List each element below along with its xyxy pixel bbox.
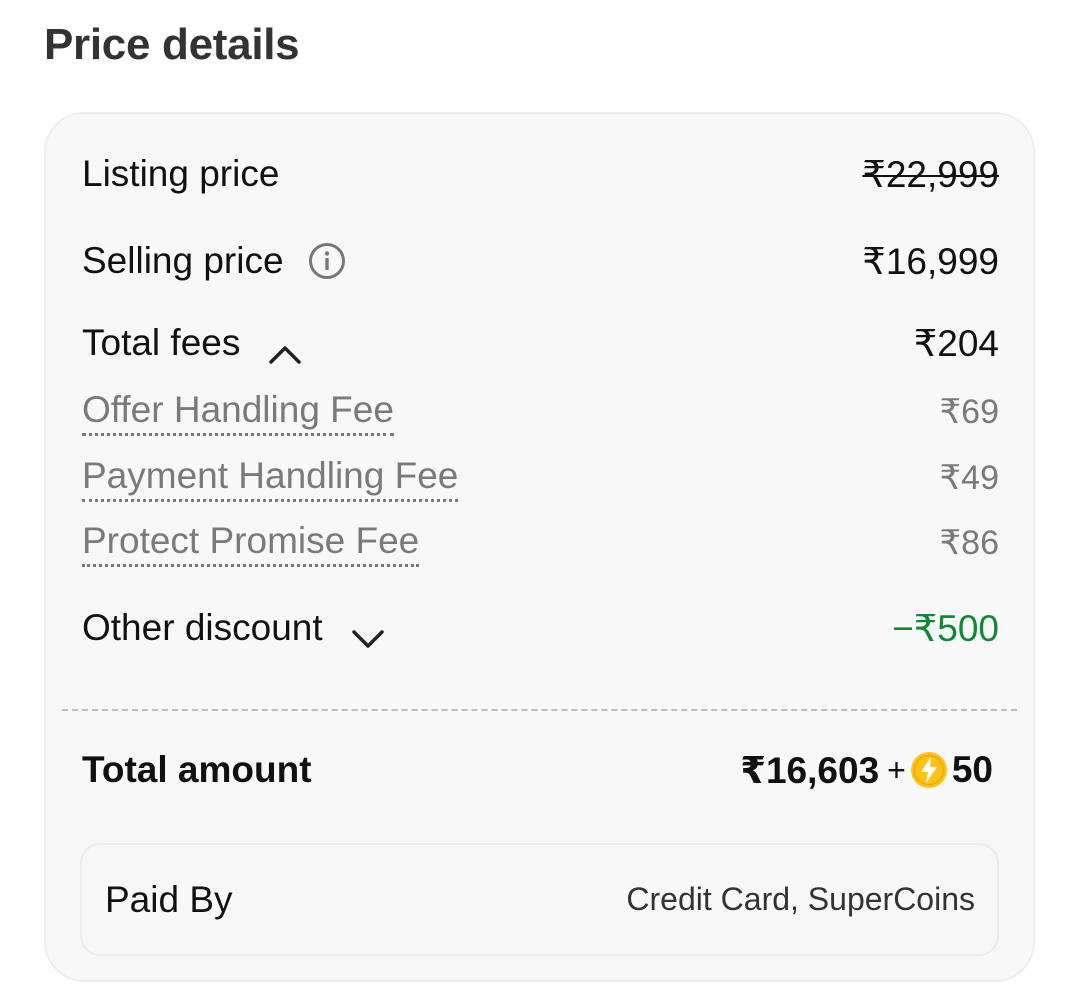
selling-price-value: ₹16,999 <box>862 240 999 282</box>
total-fees-value: ₹204 <box>913 322 999 364</box>
listing-price-row: Listing price ₹22,999 <box>82 150 999 198</box>
fee-row-protect-promise: Protect Promise Fee ₹86 <box>82 518 999 568</box>
chevron-down-icon[interactable] <box>351 617 385 648</box>
fee-value: ₹86 <box>939 524 999 562</box>
total-amount-label: Total amount <box>82 749 312 790</box>
paid-by-label: Paid By <box>105 878 233 920</box>
total-fees-row[interactable]: Total fees ₹204 <box>82 319 999 367</box>
price-details-card: Listing price ₹22,999 Selling price ₹16,… <box>44 112 1035 982</box>
fee-row-payment-handling: Payment Handling Fee ₹49 <box>82 453 999 503</box>
other-discount-row[interactable]: Other discount −₹500 <box>82 604 999 652</box>
fee-value: ₹49 <box>939 459 999 497</box>
total-amount-value: ₹16,603 <box>740 749 880 791</box>
supercoins-count: 50 <box>951 749 993 790</box>
total-amount-row: Total amount ₹16,603 + 50 <box>82 746 993 794</box>
fee-label[interactable]: Offer Handling Fee <box>82 389 394 436</box>
listing-price-label: Listing price <box>82 153 280 194</box>
plus-sign: + <box>887 751 906 788</box>
selling-price-label: Selling price <box>82 240 284 281</box>
fee-value: ₹69 <box>939 393 999 431</box>
fee-label[interactable]: Payment Handling Fee <box>82 455 459 502</box>
paid-by-box: Paid By Credit Card, SuperCoins <box>80 843 999 956</box>
chevron-up-icon[interactable] <box>268 332 302 364</box>
info-icon[interactable] <box>308 242 346 280</box>
total-fees-label: Total fees <box>82 322 241 363</box>
fee-row-offer-handling: Offer Handling Fee ₹69 <box>82 387 999 437</box>
paid-by-value: Credit Card, SuperCoins <box>626 881 975 917</box>
listing-price-value: ₹22,999 <box>862 153 999 195</box>
other-discount-value: −₹500 <box>892 607 999 649</box>
selling-price-row: Selling price ₹16,999 <box>82 237 999 285</box>
other-discount-label: Other discount <box>82 607 323 648</box>
page-title: Price details <box>44 20 300 69</box>
fee-label[interactable]: Protect Promise Fee <box>82 520 420 567</box>
supercoin-icon <box>910 751 948 789</box>
dashed-divider <box>62 709 1017 711</box>
